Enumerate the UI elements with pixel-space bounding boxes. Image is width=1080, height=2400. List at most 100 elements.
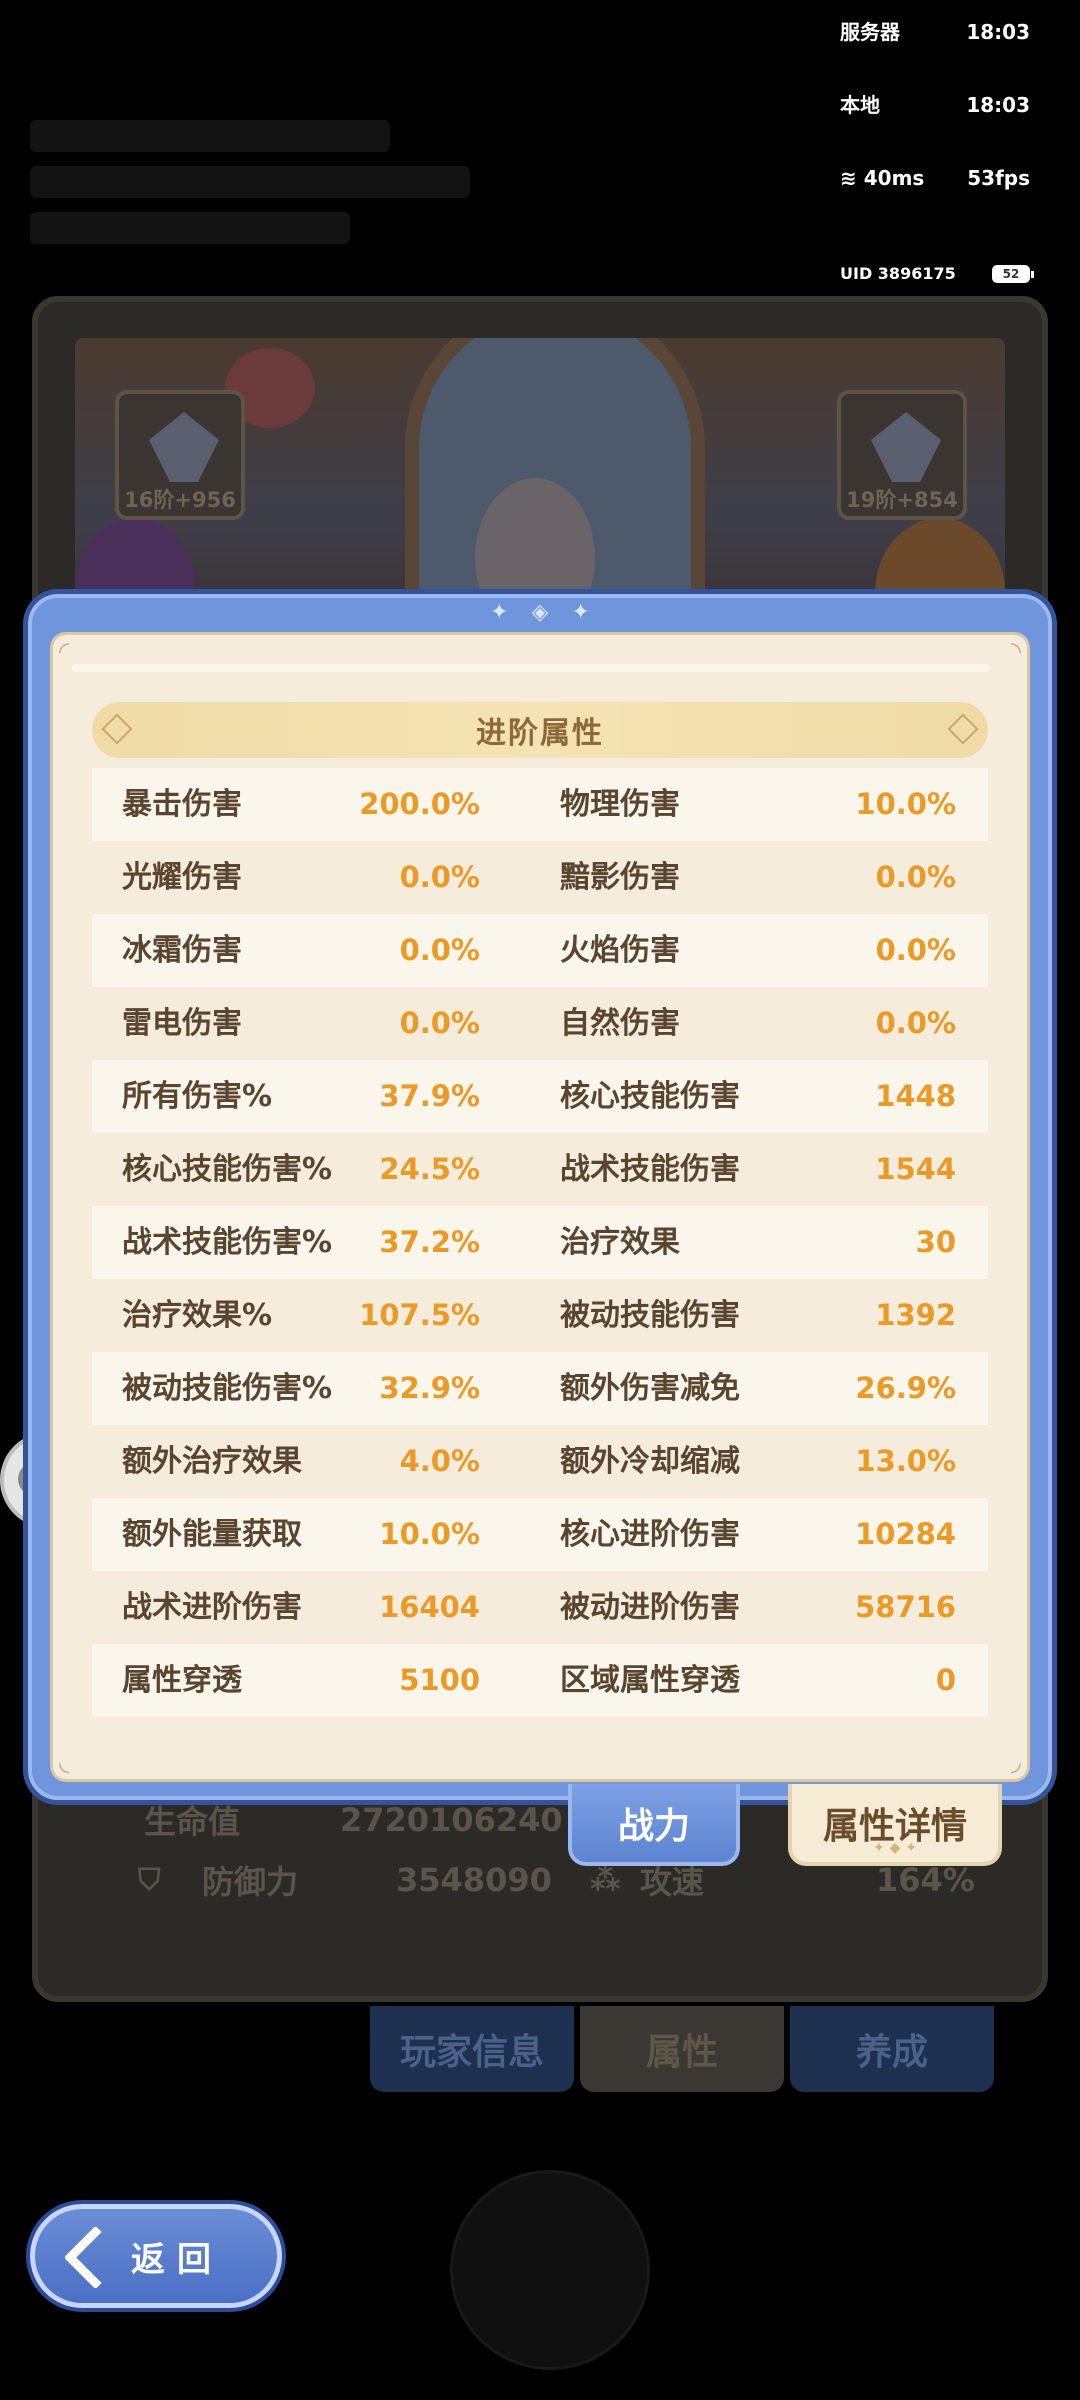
local-time: 18:03 bbox=[966, 93, 1030, 117]
attribute-row: 核心技能伤害% 24.5% 战术技能伤害 1544 bbox=[92, 1133, 988, 1206]
attribute-value: 0.0% bbox=[399, 860, 480, 894]
attribute-name: 战术技能伤害% bbox=[122, 1225, 333, 1260]
wifi-icon: ≋ bbox=[840, 166, 857, 190]
weapon-icon bbox=[149, 412, 219, 482]
attribute-value: 0.0% bbox=[875, 933, 956, 967]
tab-player-info[interactable]: 玩家信息 bbox=[370, 2006, 574, 2092]
attribute-value: 10.0% bbox=[855, 787, 956, 821]
attribute-name: 额外伤害减免 bbox=[560, 1371, 740, 1406]
attribute-row: 战术技能伤害% 37.2% 治疗效果 30 bbox=[92, 1206, 988, 1279]
ping-value: 40ms bbox=[863, 166, 925, 190]
attribute-cell: 治疗效果% 107.5% bbox=[92, 1279, 540, 1352]
attribute-value: 0.0% bbox=[875, 860, 956, 894]
attribute-name: 核心技能伤害% bbox=[122, 1152, 333, 1187]
attribute-value: 24.5% bbox=[379, 1152, 480, 1186]
attribute-value: 1544 bbox=[875, 1152, 956, 1186]
attribute-row: 属性穿透 5100 区域属性穿透 0 bbox=[92, 1644, 988, 1717]
attribute-name: 冰霜伤害 bbox=[122, 933, 242, 968]
attribute-value: 0.0% bbox=[875, 1006, 956, 1040]
attribute-value: 10284 bbox=[855, 1517, 956, 1551]
attribute-row: 治疗效果% 107.5% 被动技能伤害 1392 bbox=[92, 1279, 988, 1352]
attribute-value: 4.0% bbox=[399, 1444, 480, 1478]
attribute-value: 58716 bbox=[855, 1590, 956, 1624]
shield-icon: ⛉ bbox=[138, 1862, 161, 1898]
attribute-name: 核心进阶伤害 bbox=[560, 1517, 740, 1552]
attribute-row: 所有伤害% 37.9% 核心技能伤害 1448 bbox=[92, 1060, 988, 1133]
attribute-cell: 黯影伤害 0.0% bbox=[540, 841, 988, 914]
network-icon: ⁂ bbox=[590, 1862, 621, 1898]
attribute-value: 10.0% bbox=[379, 1517, 480, 1551]
left-gear-level: 16阶+956 bbox=[124, 488, 236, 512]
tab-combat-power[interactable]: 战力 bbox=[568, 1784, 740, 1866]
battery-icon: 52 bbox=[992, 264, 1034, 283]
attribute-cell: 额外冷却缩减 13.0% bbox=[540, 1425, 988, 1498]
attribute-value: 37.2% bbox=[379, 1225, 480, 1259]
attribute-value: 0.0% bbox=[399, 933, 480, 967]
right-gear-level: 19阶+854 bbox=[846, 488, 958, 512]
attribute-name: 战术技能伤害 bbox=[560, 1152, 740, 1187]
attribute-row: 暴击伤害 200.0% 物理伤害 10.0% bbox=[92, 768, 988, 841]
attribute-cell: 被动进阶伤害 58716 bbox=[540, 1571, 988, 1644]
attribute-name: 暴击伤害 bbox=[122, 787, 242, 822]
left-equipment-slot[interactable]: 16阶+956 bbox=[115, 390, 245, 520]
speed-value: 164% bbox=[876, 1861, 975, 1899]
attribute-list: 暴击伤害 200.0% 物理伤害 10.0% 光耀伤害 0.0% 黯影伤害 0.0% 冰霜伤害 0… bbox=[92, 768, 988, 1717]
attribute-value: 32.9% bbox=[379, 1371, 480, 1405]
attribute-cell: 雷电伤害 0.0% bbox=[92, 987, 540, 1060]
tab-growth[interactable]: 养成 bbox=[790, 2006, 994, 2092]
ping: ≋ 40ms bbox=[840, 164, 924, 237]
attribute-name: 光耀伤害 bbox=[122, 860, 242, 895]
attribute-value: 1392 bbox=[875, 1298, 956, 1332]
attribute-cell: 战术进阶伤害 16404 bbox=[92, 1571, 540, 1644]
attribute-cell: 治疗效果 30 bbox=[540, 1206, 988, 1279]
modal-top-ornament: ✦ ◈ ✦ bbox=[490, 599, 590, 625]
attribute-name: 治疗效果 bbox=[560, 1225, 680, 1260]
bottom-tab-bar: 玩家信息 属性 养成 bbox=[370, 2006, 994, 2092]
tab-attribute-details[interactable]: 属性详情 ✦ ◆ ✦ bbox=[788, 1784, 1002, 1866]
attribute-name: 区域属性穿透 bbox=[560, 1663, 740, 1698]
attribute-cell: 额外伤害减免 26.9% bbox=[540, 1352, 988, 1425]
diamond-icon bbox=[947, 713, 979, 745]
attribute-name: 物理伤害 bbox=[560, 787, 680, 822]
attribute-row: 额外治疗效果 4.0% 额外冷却缩减 13.0% bbox=[92, 1425, 988, 1498]
attribute-cell: 光耀伤害 0.0% bbox=[92, 841, 540, 914]
attribute-value: 13.0% bbox=[855, 1444, 956, 1478]
attribute-name: 被动技能伤害% bbox=[122, 1371, 333, 1406]
attribute-cell: 核心技能伤害 1448 bbox=[540, 1060, 988, 1133]
attribute-value: 26.9% bbox=[855, 1371, 956, 1405]
corner-ornament: ◞ bbox=[1010, 1747, 1021, 1777]
uid-text: UID 3896175 bbox=[840, 263, 956, 283]
attribute-value: 37.9% bbox=[379, 1079, 480, 1113]
scroll-indicator[interactable] bbox=[72, 664, 990, 672]
attribute-cell: 冰霜伤害 0.0% bbox=[92, 914, 540, 987]
attribute-name: 额外冷却缩减 bbox=[560, 1444, 740, 1479]
attribute-row: 冰霜伤害 0.0% 火焰伤害 0.0% bbox=[92, 914, 988, 987]
attribute-value: 5100 bbox=[399, 1663, 480, 1697]
server-time: 18:03 bbox=[966, 20, 1030, 44]
attribute-cell: 额外治疗效果 4.0% bbox=[92, 1425, 540, 1498]
back-button-label: 返回 bbox=[131, 2239, 223, 2280]
corner-ornament: ◟ bbox=[59, 1747, 70, 1777]
armor-icon bbox=[871, 412, 941, 482]
character-banner: 16阶+956 19阶+854 bbox=[75, 338, 1005, 638]
attribute-cell: 物理伤害 10.0% bbox=[540, 768, 988, 841]
server-label: 服务器 bbox=[840, 20, 900, 44]
attribute-name: 被动技能伤害 bbox=[560, 1298, 740, 1333]
attribute-row: 战术进阶伤害 16404 被动进阶伤害 58716 bbox=[92, 1571, 988, 1644]
background-title-blur bbox=[30, 120, 470, 244]
right-equipment-slot[interactable]: 19阶+854 bbox=[837, 390, 967, 520]
back-button[interactable]: 返回 bbox=[30, 2204, 282, 2308]
tab-attributes[interactable]: 属性 bbox=[580, 2006, 784, 2092]
attribute-cell: 核心技能伤害% 24.5% bbox=[92, 1133, 540, 1206]
attribute-row: 雷电伤害 0.0% 自然伤害 0.0% bbox=[92, 987, 988, 1060]
attribute-cell: 所有伤害% 37.9% bbox=[92, 1060, 540, 1133]
attribute-name: 自然伤害 bbox=[560, 1006, 680, 1041]
attribute-cell: 区域属性穿透 0 bbox=[540, 1644, 988, 1717]
back-arrow-icon bbox=[63, 2227, 121, 2285]
attribute-cell: 额外能量获取 10.0% bbox=[92, 1498, 540, 1571]
attribute-cell: 战术技能伤害% 37.2% bbox=[92, 1206, 540, 1279]
hp-label: 生命值 bbox=[144, 1803, 241, 1841]
attribute-row: 额外能量获取 10.0% 核心进阶伤害 10284 bbox=[92, 1498, 988, 1571]
attribute-value: 200.0% bbox=[359, 787, 480, 821]
attribute-name: 额外能量获取 bbox=[122, 1517, 302, 1552]
